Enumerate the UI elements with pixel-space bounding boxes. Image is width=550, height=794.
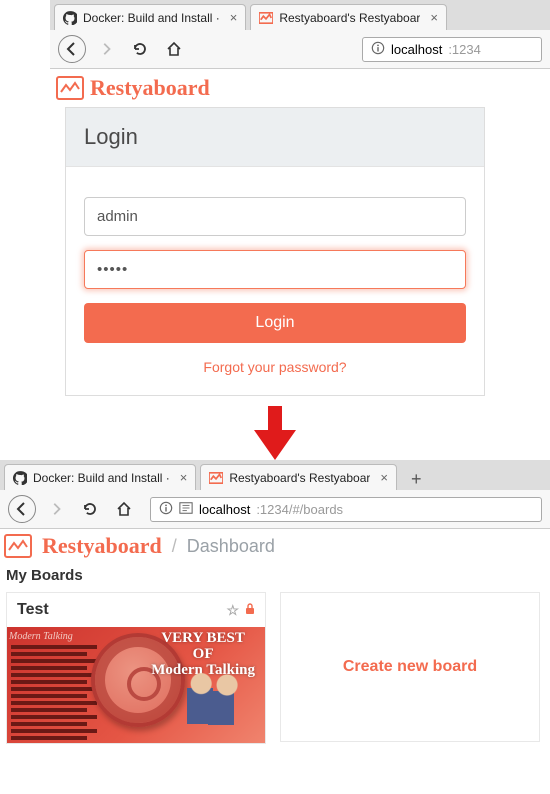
home-button[interactable]: [160, 35, 188, 63]
login-button[interactable]: Login: [84, 303, 466, 343]
reader-icon: [179, 501, 193, 518]
username-input[interactable]: [84, 197, 466, 236]
star-icon[interactable]: ☆: [226, 602, 239, 619]
github-icon: [13, 471, 27, 485]
forward-button[interactable]: [42, 495, 70, 523]
tab-restya[interactable]: Restyaboard's Restyaboar ×: [250, 4, 447, 30]
tab-label: Restyaboard's Restyaboar: [229, 471, 370, 485]
thumb-text-left: Modern Talking: [9, 631, 73, 642]
reload-button[interactable]: [126, 35, 154, 63]
brand-logo-icon: [4, 534, 32, 558]
breadcrumb-sep: /: [172, 536, 177, 557]
board-title: Test: [17, 601, 49, 619]
tab-label: Docker: Build and Install ·: [83, 11, 220, 25]
url-host: localhost: [391, 42, 442, 57]
github-icon: [63, 11, 77, 25]
tab-label: Restyaboard's Restyaboar: [279, 11, 420, 25]
board-card[interactable]: Test ☆ Modern Talking VERY BEST OF Moder…: [6, 592, 266, 744]
transition-arrow-icon: [0, 406, 550, 460]
restya-icon: [209, 471, 223, 485]
info-icon: [371, 41, 385, 58]
info-icon: [159, 501, 173, 518]
password-input[interactable]: [84, 250, 466, 289]
close-tab-icon[interactable]: ×: [230, 10, 238, 25]
forward-button[interactable]: [92, 35, 120, 63]
url-rest: :1234/#/boards: [256, 502, 343, 517]
login-panel: Login Login Forgot your password?: [65, 107, 485, 396]
home-button[interactable]: [110, 495, 138, 523]
url-bar[interactable]: localhost :1234/#/boards: [150, 497, 542, 522]
login-title: Login: [66, 108, 484, 167]
back-button[interactable]: [58, 35, 86, 63]
brand-name[interactable]: Restyaboard: [42, 533, 162, 559]
forgot-password-link[interactable]: Forgot your password?: [84, 359, 466, 375]
section-title: My Boards: [0, 561, 550, 592]
back-button[interactable]: [8, 495, 36, 523]
tab-docker[interactable]: Docker: Build and Install · ×: [4, 464, 196, 490]
restya-icon: [259, 11, 273, 25]
reload-button[interactable]: [76, 495, 104, 523]
close-tab-icon[interactable]: ×: [430, 10, 438, 25]
close-tab-icon[interactable]: ×: [380, 470, 388, 485]
brand-name[interactable]: Restyaboard: [90, 75, 210, 101]
create-board-label: Create new board: [343, 658, 477, 676]
close-tab-icon[interactable]: ×: [180, 470, 188, 485]
url-port: :1234: [448, 42, 481, 57]
create-board-card[interactable]: Create new board: [280, 592, 540, 742]
lock-icon: [245, 603, 255, 618]
tab-restya[interactable]: Restyaboard's Restyaboar ×: [200, 464, 397, 490]
breadcrumb-current[interactable]: Dashboard: [187, 536, 275, 557]
tab-label: Docker: Build and Install ·: [33, 471, 170, 485]
new-tab-button[interactable]: +: [401, 469, 432, 490]
board-thumbnail: Modern Talking VERY BEST OF Modern Talki…: [7, 627, 265, 743]
url-host: localhost: [199, 502, 250, 517]
url-bar[interactable]: localhost :1234: [362, 37, 542, 62]
tab-docker[interactable]: Docker: Build and Install · ×: [54, 4, 246, 30]
brand-logo-icon: [56, 76, 84, 100]
